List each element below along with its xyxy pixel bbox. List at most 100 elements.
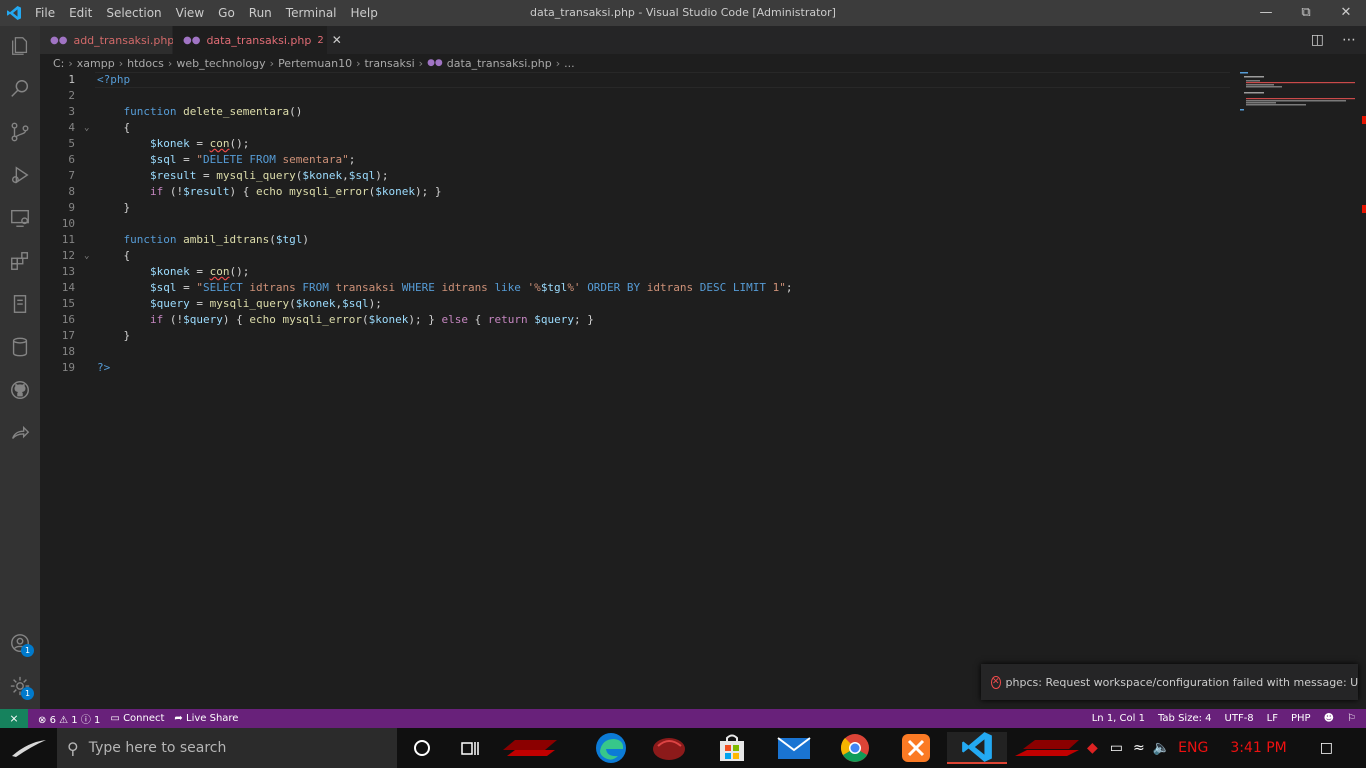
close-tab-icon[interactable]: ✕	[332, 33, 342, 47]
search-icon[interactable]	[0, 69, 40, 109]
rog-armoury-icon[interactable]	[645, 732, 693, 764]
settings-gear-icon[interactable]: 1	[0, 666, 40, 706]
breadcrumb-web-technology[interactable]: web_technology	[176, 57, 265, 70]
end-of-line[interactable]: LF	[1267, 713, 1278, 724]
remote-explorer-icon[interactable]	[0, 198, 40, 238]
microsoft-store-icon[interactable]	[708, 732, 756, 764]
input-language[interactable]: ENG	[1178, 740, 1208, 756]
fold-chevron-icon[interactable]: ⌄	[84, 248, 89, 264]
maximize-button[interactable]: ⧉	[1286, 0, 1326, 26]
action-center-icon[interactable]: □	[1320, 740, 1333, 756]
edge-browser-icon[interactable]	[587, 732, 635, 764]
error-circle-icon: ✕	[991, 675, 1001, 689]
extensions-icon[interactable]	[0, 241, 40, 281]
minimap[interactable]	[1240, 72, 1355, 132]
wifi-icon[interactable]: ≈	[1133, 740, 1145, 756]
accounts-badge: 1	[21, 644, 34, 657]
rog-tray-icon[interactable]: ◆	[1087, 740, 1098, 756]
code-text: $konek = con();	[149, 265, 250, 278]
accounts-icon[interactable]: 1	[0, 623, 40, 663]
split-editor-icon[interactable]: ◫	[1311, 32, 1324, 48]
chrome-icon[interactable]	[831, 732, 879, 764]
menu-go[interactable]: Go	[211, 0, 242, 26]
line-number: 6	[68, 153, 75, 166]
error-scroll-marker	[1362, 116, 1366, 124]
menu-help[interactable]: Help	[344, 0, 385, 26]
tab-add-transaksi[interactable]: ●● add_transaksi.php 5	[40, 26, 187, 54]
menu-file[interactable]: File	[28, 0, 62, 26]
code-line: 7 $result = mysqli_query($konek,$sql);	[40, 168, 1230, 184]
volume-icon[interactable]: 🔈	[1153, 740, 1170, 756]
chevron-right-icon: ›	[118, 56, 124, 70]
menu-view[interactable]: View	[169, 0, 211, 26]
fold-chevron-icon[interactable]: ⌄	[84, 120, 89, 136]
xampp-icon[interactable]	[892, 732, 940, 764]
connect-button[interactable]: ▭ Connect	[110, 713, 164, 724]
code-line: 11 function ambil_idtrans($tgl)	[40, 232, 1230, 248]
status-bar-right: Ln 1, Col 1 Tab Size: 4 UTF-8 LF PHP ☻ ⚐	[1092, 709, 1356, 728]
breadcrumb-htdocs[interactable]: htdocs	[127, 57, 164, 70]
breadcrumb-symbol[interactable]: ...	[564, 57, 575, 70]
menu-run[interactable]: Run	[242, 0, 279, 26]
database-icon[interactable]	[0, 327, 40, 367]
live-share-button[interactable]: ➦ Live Share	[174, 713, 238, 724]
code-text: $result = mysqli_query($konek,$sql);	[149, 169, 389, 182]
breadcrumb-transaksi[interactable]: transaksi	[364, 57, 414, 70]
breadcrumb-file[interactable]: data_transaksi.php	[447, 57, 552, 70]
tab-data-transaksi[interactable]: ●● data_transaksi.php 2 ✕	[173, 26, 342, 54]
clock[interactable]: 3:41 PM	[1230, 740, 1286, 756]
menu-selection[interactable]: Selection	[99, 0, 168, 26]
code-text: function ambil_idtrans($tgl)	[123, 233, 309, 246]
code-text: ?>	[97, 361, 111, 374]
feedback-icon[interactable]: ☻	[1324, 713, 1334, 724]
breadcrumb-pertemuan10[interactable]: Pertemuan10	[278, 57, 352, 70]
minimize-button[interactable]: —	[1246, 0, 1286, 26]
run-debug-icon[interactable]	[0, 155, 40, 195]
breadcrumb-drive[interactable]: C:	[53, 57, 64, 70]
taskbar-search[interactable]: ⚲ Type here to search	[57, 728, 397, 768]
error-notification[interactable]: ✕ phpcs: Request workspace/configuration…	[981, 664, 1358, 700]
menu-edit[interactable]: Edit	[62, 0, 99, 26]
line-number: 1	[68, 73, 75, 86]
code-text: {	[97, 249, 131, 262]
code-text: $sql = "DELETE FROM sementara";	[149, 153, 356, 166]
cortana-icon[interactable]	[398, 732, 446, 764]
language-mode[interactable]: PHP	[1291, 713, 1311, 724]
code-editor[interactable]: 1 <?php 2 3 function delete_sementara() …	[40, 72, 1366, 709]
problems-indicator[interactable]: ⊗ 6 ⚠ 1 ⓘ 1	[38, 711, 100, 726]
github-icon[interactable]	[0, 370, 40, 410]
code-line: 17 }	[40, 328, 1230, 344]
more-actions-icon[interactable]: ⋯	[1342, 32, 1356, 48]
line-number: 19	[61, 361, 75, 374]
battery-icon[interactable]: ▭	[1110, 740, 1123, 756]
title-bar: File Edit Selection View Go Run Terminal…	[0, 0, 1366, 26]
explorer-icon[interactable]	[0, 26, 40, 66]
status-bar: ⨯ ⊗ 6 ⚠ 1 ⓘ 1 ▭ Connect ➦ Live Share Ln …	[0, 709, 1366, 728]
code-text: function delete_sementara()	[123, 105, 303, 118]
menu-terminal[interactable]: Terminal	[279, 0, 344, 26]
breadcrumb-xampp[interactable]: xampp	[77, 57, 115, 70]
notifications-bell-icon[interactable]: ⚐	[1347, 713, 1356, 724]
encoding[interactable]: UTF-8	[1225, 713, 1254, 724]
tab-size[interactable]: Tab Size: 4	[1158, 713, 1212, 724]
code-line: 8 if (!$result) { echo mysqli_error($kon…	[40, 184, 1230, 200]
line-number: 12	[61, 249, 75, 262]
warning-count: 1	[71, 715, 78, 726]
cursor-position[interactable]: Ln 1, Col 1	[1092, 713, 1145, 724]
task-view-icon[interactable]	[446, 732, 494, 764]
line-number: 18	[61, 345, 75, 358]
source-control-icon[interactable]	[0, 112, 40, 152]
chevron-right-icon: ›	[68, 56, 73, 70]
code-text: if (!$result) { echo mysqli_error($konek…	[149, 185, 442, 198]
notebook-icon[interactable]	[0, 284, 40, 324]
remote-indicator-icon[interactable]: ⨯	[0, 709, 28, 728]
chevron-right-icon: ›	[555, 56, 561, 70]
vscode-taskbar-icon[interactable]	[947, 732, 1007, 764]
live-share-icon[interactable]	[0, 413, 40, 453]
close-window-button[interactable]: ✕	[1326, 0, 1366, 26]
line-number: 4	[68, 121, 75, 134]
code-line: 16 if (!$query) { echo mysqli_error($kon…	[40, 312, 1230, 328]
start-menu-icon[interactable]	[4, 732, 52, 764]
mail-icon[interactable]	[770, 732, 818, 764]
current-line-highlight	[95, 72, 1230, 88]
